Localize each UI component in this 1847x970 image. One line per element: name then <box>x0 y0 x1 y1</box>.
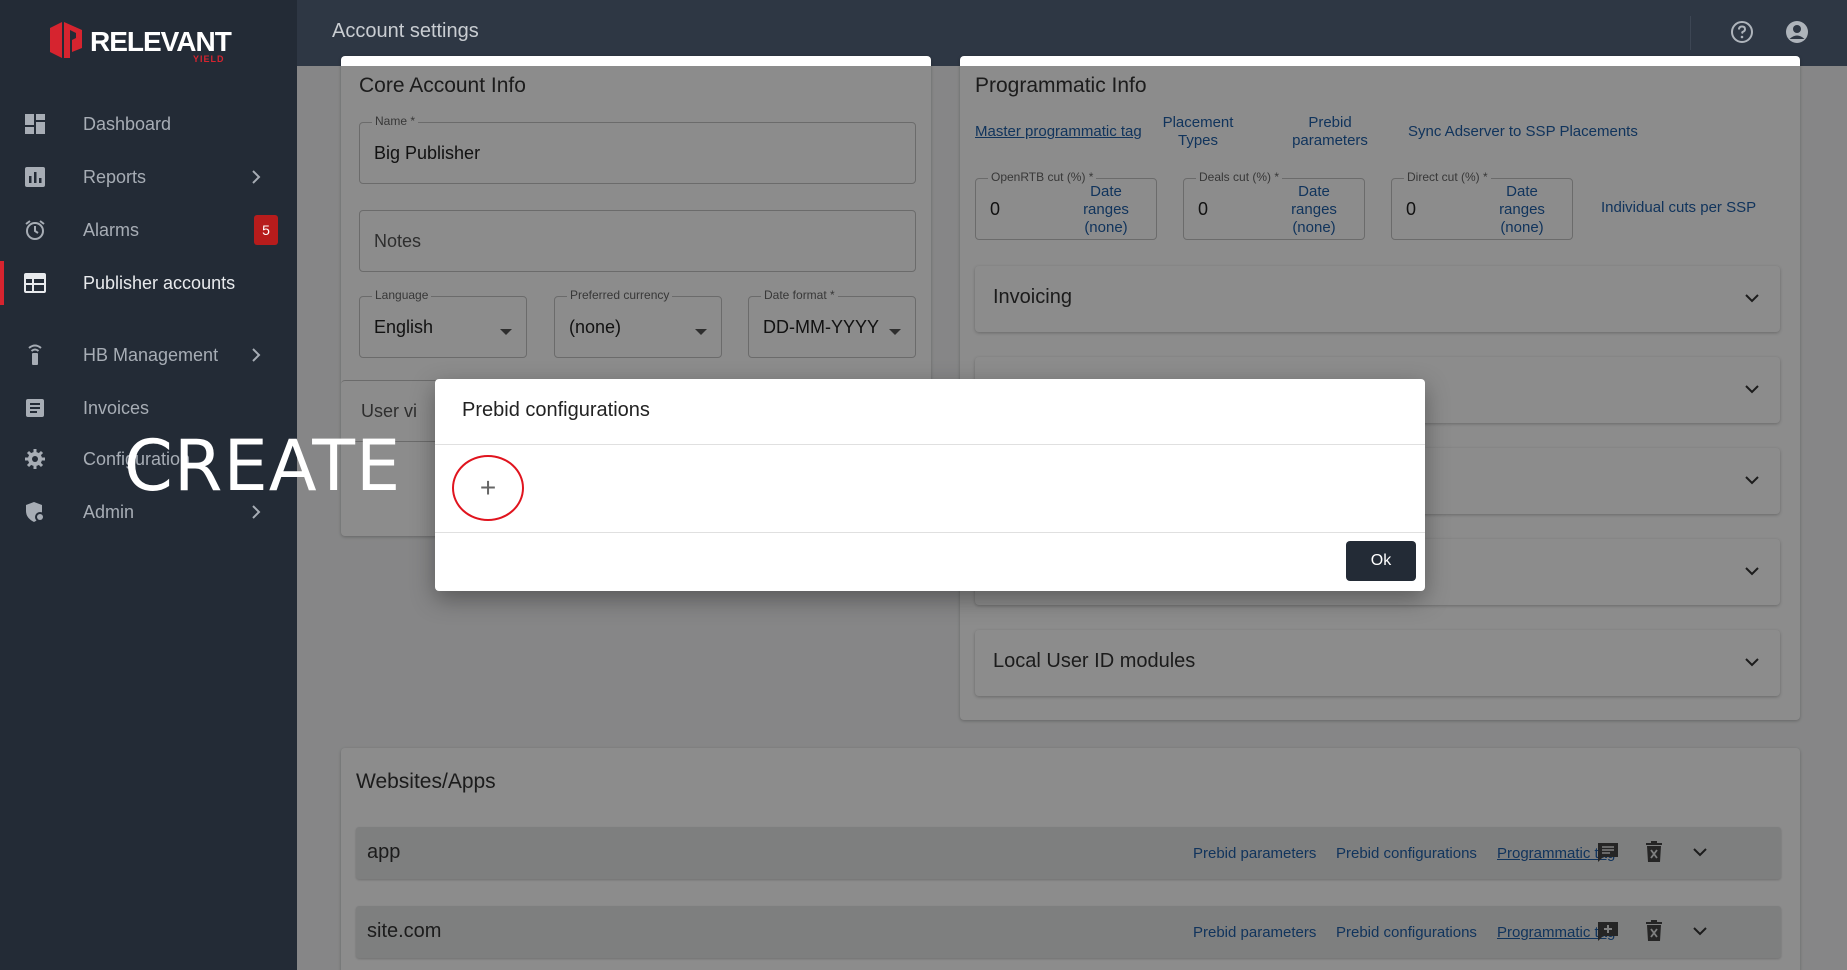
sidebar-item-dashboard[interactable]: Dashboard <box>0 102 297 146</box>
chevron-right-icon <box>252 348 261 362</box>
document-icon <box>24 397 46 419</box>
sidebar-item-alarms[interactable]: Alarms 5 <box>0 208 297 252</box>
account-circle-icon[interactable] <box>1785 20 1809 44</box>
sidebar-item-invoices[interactable]: Invoices <box>0 386 297 430</box>
bar-chart-icon <box>24 166 46 188</box>
help-icon[interactable] <box>1730 20 1754 44</box>
add-configuration-button[interactable]: + <box>468 468 508 508</box>
prebid-configurations-dialog: Prebid configurations + Ok <box>435 379 1425 591</box>
table-icon <box>24 272 46 294</box>
dashboard-icon <box>24 113 46 135</box>
sidebar-item-label: HB Management <box>83 344 219 365</box>
antenna-icon <box>24 344 46 366</box>
dialog-divider <box>435 532 1425 533</box>
gear-icon <box>24 448 46 470</box>
sidebar-item-label: Publisher accounts <box>83 272 236 293</box>
sidebar-item-label: Dashboard <box>83 113 172 134</box>
create-caption: CREATE <box>124 425 402 507</box>
sidebar-item-label: Alarms <box>83 219 140 240</box>
admin-shield-icon <box>24 501 46 523</box>
sidebar-item-label: Reports <box>83 166 147 187</box>
alarm-count-badge: 5 <box>254 215 278 245</box>
chevron-right-icon <box>252 170 261 184</box>
brand-sub: YIELD <box>193 54 225 64</box>
alarm-clock-icon <box>24 219 46 241</box>
page-title: Account settings <box>332 20 479 42</box>
dialog-divider <box>435 444 1425 445</box>
relevant-logo-mark-icon <box>50 22 82 58</box>
header-divider <box>1690 16 1691 50</box>
sidebar-item-hb-management[interactable]: HB Management <box>0 333 297 377</box>
sidebar-item-reports[interactable]: Reports <box>0 155 297 199</box>
sidebar-item-label: Invoices <box>83 397 150 418</box>
logo[interactable]: RELEVANT YIELD <box>46 18 236 66</box>
ok-button[interactable]: Ok <box>1346 541 1416 581</box>
dialog-title: Prebid configurations <box>462 399 650 421</box>
sidebar-item-publisher-accounts[interactable]: Publisher accounts <box>0 261 297 305</box>
